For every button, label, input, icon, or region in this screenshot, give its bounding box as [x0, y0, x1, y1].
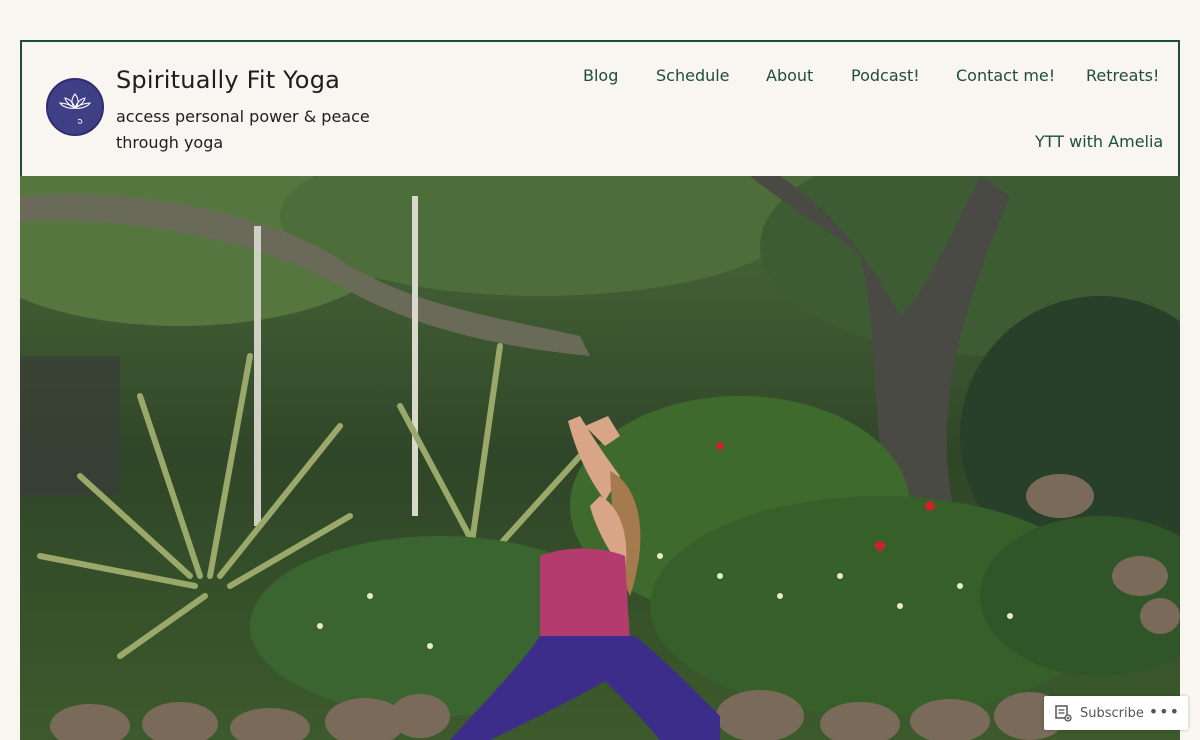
lotus-icon: [58, 93, 92, 124]
nav-item-ytt[interactable]: YTT with Amelia: [1035, 132, 1163, 151]
subscribe-button[interactable]: Subscribe: [1054, 696, 1144, 730]
nav-item-blog[interactable]: Blog: [583, 66, 618, 85]
subscribe-bar: Subscribe •••: [1044, 696, 1188, 730]
hero-image: [20, 176, 1180, 740]
nav-item-podcast[interactable]: Podcast!: [851, 66, 920, 85]
site-header: Spiritually Fit Yoga access personal pow…: [20, 40, 1180, 178]
nav-item-retreats[interactable]: Retreats!: [1086, 66, 1159, 85]
more-options-icon[interactable]: •••: [1149, 702, 1180, 721]
nav-item-contact[interactable]: Contact me!: [956, 66, 1055, 85]
garden-yoga-photo: [20, 176, 1180, 740]
site-title[interactable]: Spiritually Fit Yoga: [116, 66, 340, 94]
subscribe-label: Subscribe: [1080, 705, 1144, 721]
site-logo[interactable]: [46, 78, 104, 136]
site-tagline: access personal power & peace through yo…: [116, 107, 370, 152]
nav-item-about[interactable]: About: [766, 66, 813, 85]
reader-icon: [1055, 705, 1072, 722]
nav-item-schedule[interactable]: Schedule: [656, 66, 730, 85]
